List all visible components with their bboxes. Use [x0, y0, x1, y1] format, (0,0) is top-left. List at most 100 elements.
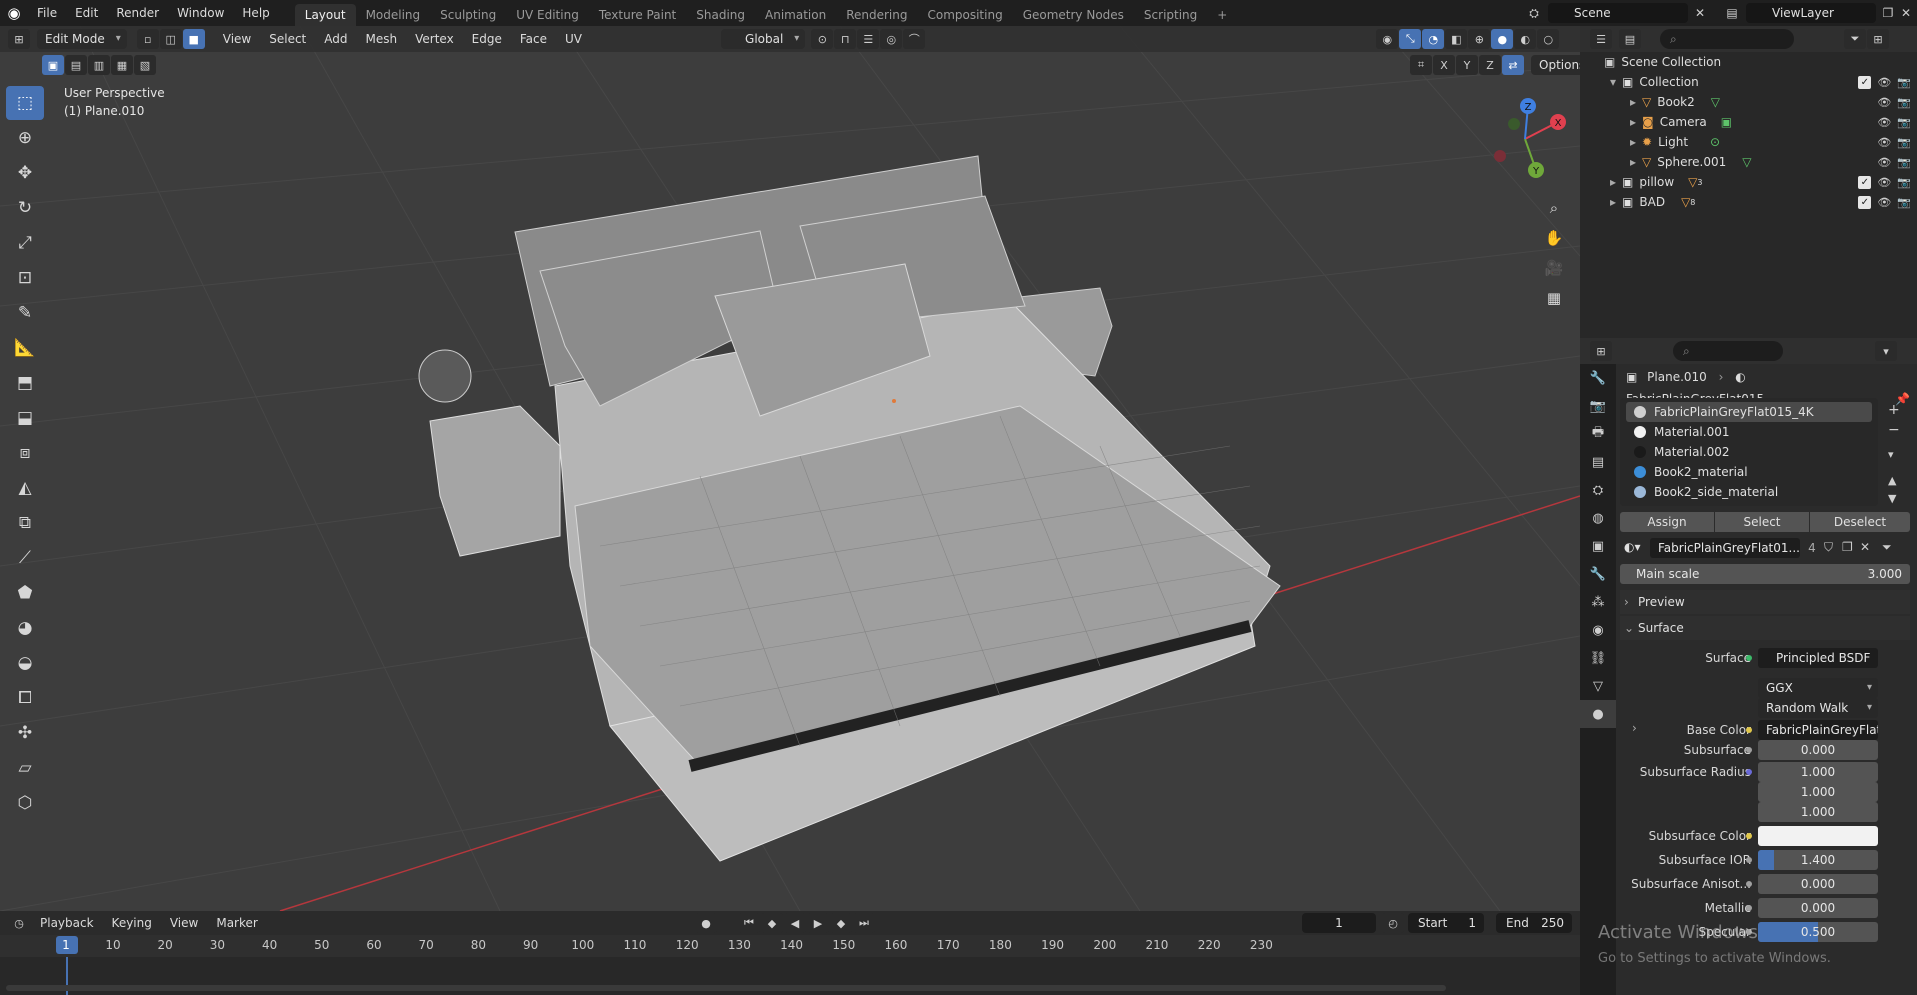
- properties-search-input[interactable]: ⌕: [1673, 341, 1783, 361]
- particles-tab-icon[interactable]: ⁂: [1580, 588, 1616, 616]
- frame-ruler[interactable]: 1 10 20 30 40 50 60 70 80 90 100 110 120 130 140 150 160…: [0, 935, 1580, 957]
- material-browse-icon[interactable]: ◐▾: [1624, 540, 1641, 554]
- eye-icon[interactable]: 👁: [1877, 136, 1891, 149]
- rotate-tool-icon[interactable]: ↻: [6, 191, 44, 225]
- preview-section-header[interactable]: › Preview: [1620, 590, 1910, 614]
- add-cube-tool-icon[interactable]: ⬒: [6, 366, 44, 400]
- outliner-search-input[interactable]: ⌕: [1660, 29, 1794, 49]
- end-frame-field[interactable]: End 250: [1496, 913, 1572, 933]
- annotate-tool-icon[interactable]: ✎: [6, 296, 44, 330]
- tab-layout[interactable]: Layout: [294, 4, 356, 26]
- outliner-item-pillow[interactable]: ▸ ▣ pillow ▽ 3 ✓ 👁 📷: [1580, 172, 1917, 192]
- auto-merge-icon[interactable]: ⇄: [1502, 55, 1524, 75]
- filter-icon[interactable]: ⏷: [1882, 540, 1892, 555]
- user-count[interactable]: 4: [1802, 538, 1822, 558]
- color-socket-icon[interactable]: [1746, 727, 1752, 733]
- select-extend-icon[interactable]: ▤: [65, 55, 87, 75]
- select-box-tool-icon[interactable]: ⬚: [6, 86, 44, 120]
- rip-tool-icon[interactable]: ⬡: [6, 786, 44, 820]
- duplicate-icon[interactable]: ❐: [1842, 540, 1853, 554]
- timeline-editor-icon[interactable]: ◷: [8, 913, 30, 933]
- copy-icon[interactable]: ❐: [1878, 3, 1898, 23]
- eye-icon[interactable]: 👁: [1877, 176, 1891, 189]
- physics-tab-icon[interactable]: ◉: [1580, 616, 1616, 644]
- new-collection-icon[interactable]: ⊞: [1867, 29, 1889, 49]
- outliner-item-camera[interactable]: ▸ ◙ Camera ▣ 👁 📷: [1580, 112, 1917, 132]
- close-icon[interactable]: ✕: [1690, 3, 1710, 23]
- select-new-icon[interactable]: ▣: [42, 55, 64, 75]
- overlay-toggle-icon[interactable]: ◔: [1422, 29, 1445, 49]
- chevron-right-icon[interactable]: ▸: [1610, 175, 1616, 189]
- tab-uv-editing[interactable]: UV Editing: [506, 4, 589, 26]
- vector-socket-icon[interactable]: [1746, 769, 1752, 775]
- record-icon[interactable]: ●: [695, 913, 717, 933]
- tab-scripting[interactable]: Scripting: [1134, 4, 1207, 26]
- snap-icon[interactable]: ⊓: [834, 29, 857, 49]
- add-workspace-button[interactable]: +: [1207, 4, 1237, 26]
- tab-shading[interactable]: Shading: [686, 4, 755, 26]
- pivot-icon[interactable]: ⊙: [811, 29, 834, 49]
- camera-icon[interactable]: 📷: [1897, 196, 1911, 209]
- chevron-down-icon[interactable]: ▾: [1888, 448, 1894, 461]
- eye-icon[interactable]: 👁: [1877, 96, 1891, 109]
- mesh-object-icon[interactable]: ▽: [1688, 175, 1697, 189]
- camera-icon[interactable]: 📷: [1897, 136, 1911, 149]
- eye-icon[interactable]: 👁: [1877, 76, 1891, 89]
- blender-logo-icon[interactable]: ◉: [0, 0, 28, 26]
- outliner-item-collection[interactable]: ▾ ▣ Collection ✓ 👁 📷: [1580, 72, 1917, 92]
- filter-icon[interactable]: ⏷: [1844, 29, 1866, 49]
- select-subtract-icon[interactable]: ▥: [88, 55, 110, 75]
- assign-button[interactable]: Assign: [1620, 512, 1714, 532]
- object-tab-icon[interactable]: ▣: [1580, 532, 1616, 560]
- select-button[interactable]: Select: [1715, 512, 1809, 532]
- distribution-dropdown[interactable]: GGX: [1758, 678, 1878, 698]
- xray-icon[interactable]: ◧: [1445, 29, 1468, 49]
- shrink-fatten-tool-icon[interactable]: ✣: [6, 716, 44, 750]
- outliner-item-bad[interactable]: ▸ ▣ BAD ▽ 8 ✓ 👁 📷: [1580, 192, 1917, 212]
- solid-shading-icon[interactable]: ●: [1491, 29, 1514, 49]
- start-frame-field[interactable]: Start 1: [1408, 913, 1484, 933]
- shear-tool-icon[interactable]: ▱: [6, 751, 44, 785]
- display-mode-icon[interactable]: ▤: [1619, 29, 1641, 49]
- material-slot[interactable]: Material.001: [1626, 422, 1872, 442]
- menu-uv[interactable]: UV: [556, 26, 591, 52]
- outliner-item-light[interactable]: ▸ ✹ Light ⊙ 👁 📷: [1580, 132, 1917, 152]
- zoom-icon[interactable]: ⌕: [1540, 194, 1568, 222]
- timeline-scrollbar[interactable]: [6, 985, 1446, 991]
- chevron-down-icon[interactable]: ▾: [1610, 75, 1616, 89]
- chevron-right-icon[interactable]: ▸: [1630, 155, 1636, 169]
- vertex-select-icon[interactable]: ▫: [136, 29, 159, 49]
- light-data-icon[interactable]: ⊙: [1710, 135, 1720, 149]
- gizmo-neg-x-icon[interactable]: [1494, 150, 1506, 162]
- play-icon[interactable]: ▶: [807, 913, 829, 933]
- material-shading-icon[interactable]: ◐: [1514, 29, 1537, 49]
- outliner-editor-icon[interactable]: ☰: [1590, 29, 1612, 49]
- menu-select[interactable]: Select: [260, 26, 315, 52]
- play-reverse-icon[interactable]: ◀: [784, 913, 806, 933]
- material-slot[interactable]: Book2_material: [1626, 462, 1872, 482]
- menu-marker[interactable]: Marker: [207, 910, 266, 936]
- mesh-object-icon[interactable]: ▽: [1681, 195, 1690, 209]
- transform-orientation[interactable]: Global: [721, 29, 806, 49]
- constraints-tab-icon[interactable]: ⛓: [1580, 644, 1616, 672]
- menu-face[interactable]: Face: [511, 26, 556, 52]
- checkbox-icon[interactable]: ✓: [1858, 175, 1872, 189]
- checkbox-icon[interactable]: ✓: [1858, 195, 1872, 209]
- prev-keyframe-icon[interactable]: ◆: [761, 913, 783, 933]
- menu-window[interactable]: Window: [168, 0, 233, 26]
- unlink-icon[interactable]: ✕: [1860, 540, 1870, 554]
- editor-type-icon[interactable]: ⊞: [8, 29, 30, 49]
- main-scale-field[interactable]: Main scale 3.000: [1620, 564, 1910, 584]
- tab-sculpting[interactable]: Sculpting: [430, 4, 506, 26]
- subsurface-radius-z-field[interactable]: 1.000: [1758, 802, 1878, 822]
- cursor-tool-icon[interactable]: ⊕: [6, 121, 44, 155]
- material-slot[interactable]: FabricPlainGreyFlat015_4K: [1626, 402, 1872, 422]
- menu-render[interactable]: Render: [107, 0, 168, 26]
- mesh-data-icon[interactable]: ▽: [1711, 95, 1720, 109]
- 3d-viewport[interactable]: ⊞ Edit Mode ▫ ◫ ■ View Select Add Mesh V…: [0, 26, 1580, 911]
- axis-y-toggle[interactable]: Y: [1456, 55, 1478, 75]
- next-keyframe-icon[interactable]: ◆: [830, 913, 852, 933]
- chevron-right-icon[interactable]: ▸: [1610, 195, 1616, 209]
- jump-end-icon[interactable]: ⏭: [853, 913, 875, 933]
- knife-tool-icon[interactable]: ⟋: [6, 541, 44, 575]
